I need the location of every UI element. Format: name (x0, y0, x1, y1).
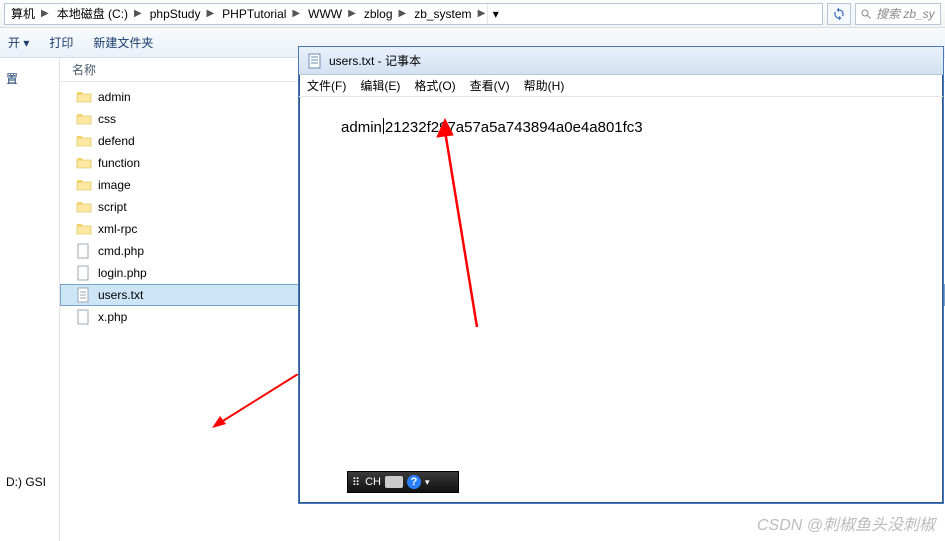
search-input[interactable]: 搜索 zb_sy (855, 3, 941, 25)
breadcrumb-dropdown[interactable]: ▾ (487, 4, 503, 24)
breadcrumb: 算机▶本地磁盘 (C:)▶phpStudy▶PHPTutorial▶WWW▶zb… (4, 3, 823, 25)
file-name: xml-rpc (98, 222, 137, 236)
php-icon (76, 309, 92, 325)
help-icon[interactable]: ? (407, 475, 421, 489)
breadcrumb-item[interactable]: zb_system (408, 4, 475, 24)
nav-pane: 置 D:) GSI (0, 58, 60, 541)
notepad-icon (307, 53, 323, 69)
chevron-right-icon: ▶ (290, 8, 302, 19)
print-button[interactable]: 打印 (49, 34, 73, 51)
open-button[interactable]: 开 ▾ (8, 34, 29, 51)
breadcrumb-item[interactable]: zblog (358, 4, 397, 24)
chevron-right-icon: ▶ (39, 8, 51, 19)
file-name: cmd.php (98, 244, 144, 258)
file-name: script (98, 200, 127, 214)
txt-icon (76, 287, 92, 303)
menu-item[interactable]: 格式(O) (414, 77, 455, 94)
keyboard-icon[interactable] (385, 476, 403, 488)
address-bar: 算机▶本地磁盘 (C:)▶phpStudy▶PHPTutorial▶WWW▶zb… (0, 0, 945, 28)
menu-item[interactable]: 文件(F) (307, 77, 346, 94)
breadcrumb-item[interactable]: 本地磁盘 (C:) (51, 4, 132, 24)
php-icon (76, 265, 92, 281)
menu-item[interactable]: 编辑(E) (360, 77, 400, 94)
folder-icon (76, 89, 92, 105)
text-cursor (383, 118, 384, 134)
notepad-title: users.txt - 记事本 (329, 52, 421, 69)
annotation-arrow-icon (429, 117, 489, 337)
nav-header: 置 (0, 66, 59, 91)
breadcrumb-item[interactable]: phpStudy (144, 4, 205, 24)
chevron-right-icon: ▶ (397, 8, 409, 19)
ime-toolbar[interactable]: ⠿ CH ? ▾ (347, 471, 459, 493)
file-name: admin (98, 90, 131, 104)
breadcrumb-item[interactable]: PHPTutorial (216, 4, 290, 24)
file-name: function (98, 156, 140, 170)
folder-icon (76, 133, 92, 149)
content-hash: 21232f297a57a5a743894a0e4a801fc3 (385, 119, 643, 136)
folder-icon (76, 221, 92, 237)
file-name: x.php (98, 310, 127, 324)
file-name: login.php (98, 266, 147, 280)
new-folder-button[interactable]: 新建文件夹 (93, 34, 153, 51)
ime-lang-label: CH (365, 476, 381, 488)
notepad-titlebar[interactable]: users.txt - 记事本 (299, 47, 943, 75)
menu-item[interactable]: 查看(V) (470, 77, 510, 94)
php-icon (76, 243, 92, 259)
content-user: admin (341, 119, 382, 136)
chevron-right-icon: ▶ (346, 8, 358, 19)
file-name: css (98, 112, 116, 126)
folder-icon (76, 111, 92, 127)
breadcrumb-item[interactable]: 算机 (5, 4, 39, 24)
folder-icon (76, 155, 92, 171)
menu-item[interactable]: 帮助(H) (524, 77, 565, 94)
search-icon (860, 8, 872, 20)
notepad-window: users.txt - 记事本 文件(F) 编辑(E) 格式(O) 查看(V) 帮助(H… (298, 46, 944, 504)
file-name: users.txt (98, 288, 143, 302)
breadcrumb-item[interactable]: WWW (302, 4, 346, 24)
ime-chevron-icon[interactable]: ▾ (425, 477, 430, 488)
file-name: image (98, 178, 131, 192)
ime-grip-icon: ⠿ (352, 476, 361, 489)
folder-icon (76, 199, 92, 215)
drive-label[interactable]: D:) GSI (0, 471, 59, 493)
refresh-button[interactable] (827, 3, 851, 25)
chevron-right-icon: ▶ (476, 8, 488, 19)
chevron-right-icon: ▶ (204, 8, 216, 19)
notepad-content[interactable]: admin21232f297a57a5a743894a0e4a801fc3 ⠿ … (299, 97, 943, 503)
file-name: defend (98, 134, 135, 148)
folder-icon (76, 177, 92, 193)
annotation-arrow-icon (208, 374, 308, 434)
search-placeholder: 搜索 zb_sy (876, 5, 935, 22)
notepad-menubar: 文件(F) 编辑(E) 格式(O) 查看(V) 帮助(H) (299, 75, 943, 97)
chevron-right-icon: ▶ (132, 8, 144, 19)
